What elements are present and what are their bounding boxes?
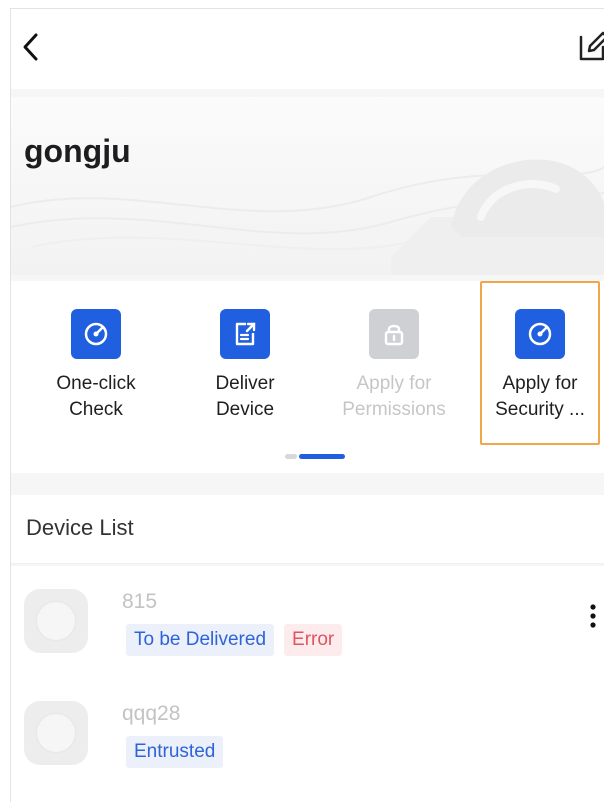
action-icon-box: [515, 309, 565, 359]
device-name: 815: [122, 590, 158, 613]
device-avatar: [24, 701, 88, 765]
device-list-header: Device List: [11, 495, 604, 564]
action-label: Deliver Device: [215, 373, 275, 420]
action-label: Apply for Security ...: [495, 373, 585, 420]
page-indicator-dot: [285, 454, 297, 459]
lock-icon: [384, 324, 404, 346]
deliver-device-button[interactable]: Deliver Device: [180, 281, 310, 445]
device-name: qqq28: [122, 702, 181, 725]
device-tags: To be Delivered Error: [126, 624, 343, 656]
status-badge: Entrusted: [126, 736, 224, 768]
back-button[interactable]: [17, 27, 47, 67]
gauge-icon: [84, 322, 108, 346]
edit-icon: [579, 31, 604, 61]
one-click-check-button[interactable]: One-click Check: [31, 281, 161, 445]
chevron-left-icon: [23, 33, 38, 61]
apply-for-security-button[interactable]: Apply for Security ...: [480, 281, 600, 445]
device-avatar: [24, 589, 88, 653]
action-icon-box: [220, 309, 270, 359]
error-badge: Error: [284, 624, 343, 656]
action-icon-box: [71, 309, 121, 359]
page-indicator: [285, 454, 345, 460]
action-icon-box: [369, 309, 419, 359]
quick-actions: One-click Check Deliver Device Apply for…: [11, 281, 604, 473]
app-frame: gongju One-click Check Deliver Device Ap…: [10, 8, 604, 802]
page-indicator-active: [299, 454, 345, 459]
page-title: gongju: [24, 133, 131, 169]
edit-button[interactable]: [577, 27, 604, 67]
device-group-header: gongju: [11, 97, 604, 275]
device-list-title: Device List: [26, 515, 134, 540]
export-document-icon: [235, 322, 256, 346]
list-item[interactable]: 815 To be Delivered Error: [11, 566, 604, 676]
more-vertical-icon: [590, 604, 596, 628]
action-label: Apply for Permissions: [342, 373, 446, 420]
device-list: 815 To be Delivered Error qqq28 Entruste…: [11, 566, 604, 802]
list-item[interactable]: qqq28 Entrusted: [11, 678, 604, 788]
top-bar: [11, 9, 604, 89]
apply-for-permissions-button[interactable]: Apply for Permissions: [329, 281, 459, 445]
more-options-button[interactable]: [587, 602, 599, 632]
device-tags: Entrusted: [126, 736, 224, 768]
gauge-icon: [528, 322, 552, 346]
action-label: One-click Check: [56, 373, 136, 420]
header-decoration: [11, 159, 604, 275]
status-badge: To be Delivered: [126, 624, 275, 656]
